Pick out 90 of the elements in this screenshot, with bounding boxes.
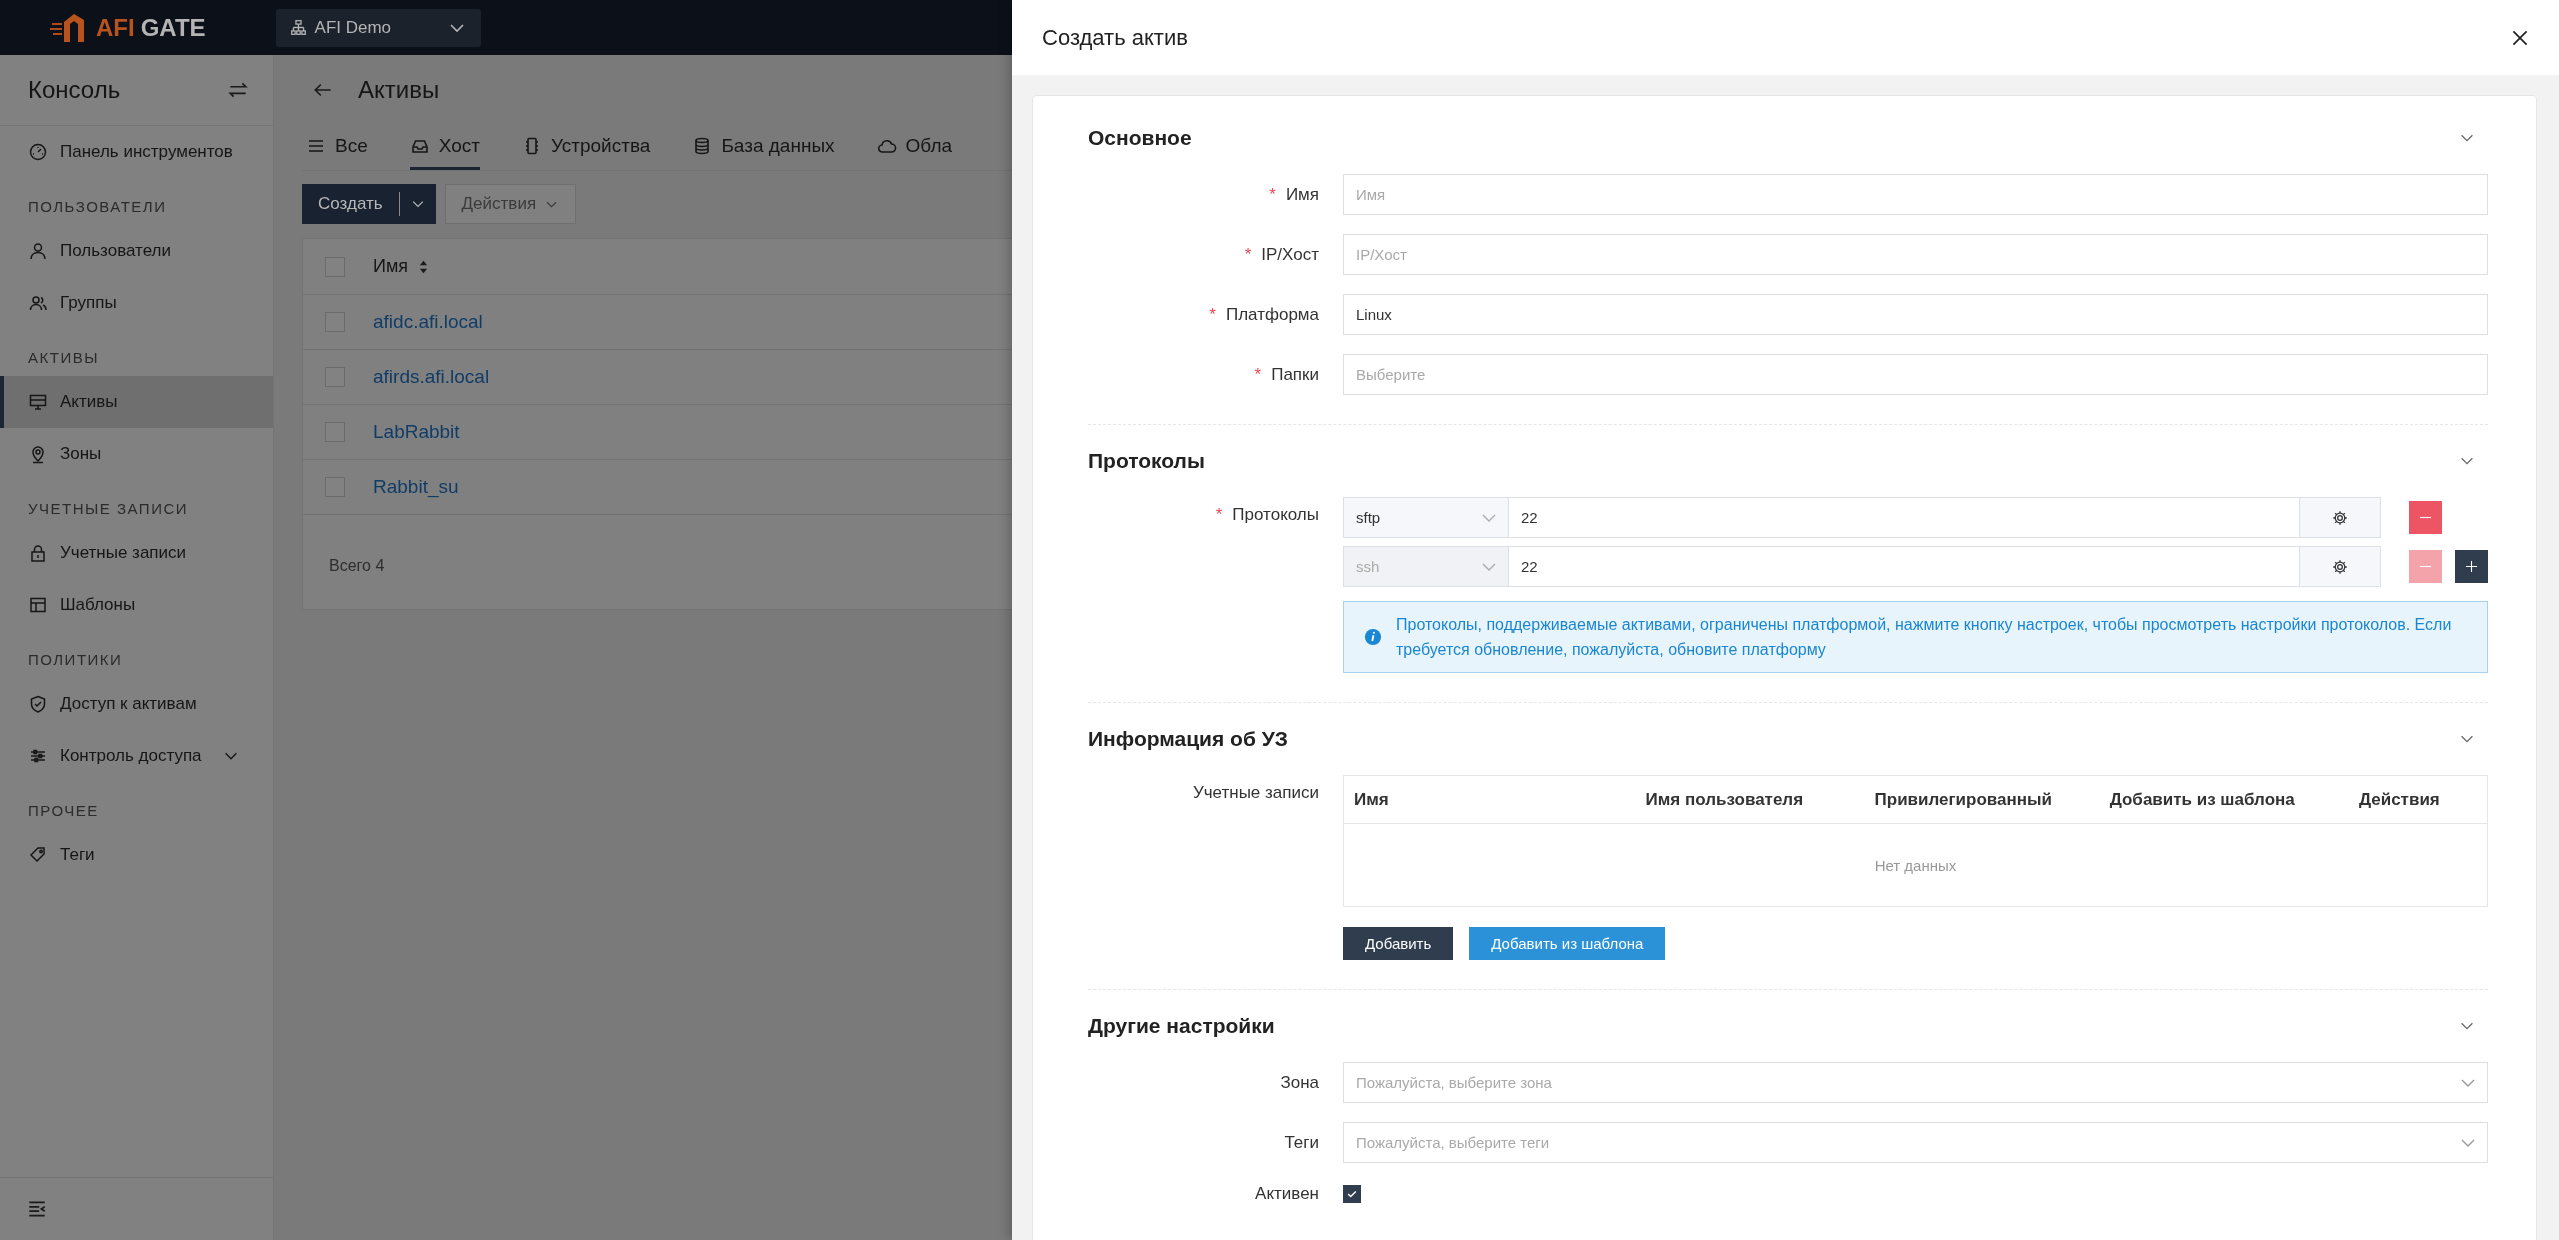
protocol-settings-button[interactable] [2300,497,2381,538]
table-icon [28,595,48,615]
section-title: Информация об УЗ [1088,727,1288,751]
total-count: Всего 4 [329,557,385,574]
sidebar-item[interactable]: Доступ к активам [0,678,273,730]
page-title: Активы [358,76,440,104]
column-header: Имя [1354,789,1390,810]
checkmark-icon [1346,1188,1358,1200]
protocol-select[interactable]: sftp [1343,497,1509,538]
sidebar-item[interactable]: Группы [0,277,273,329]
sidebar-item[interactable]: Активы [0,376,273,428]
section-title: Протоколы [1088,449,1205,473]
required-mark: * [1209,304,1216,324]
text-field[interactable]: Linux [1343,294,2488,335]
sidebar-heading: АКТИВЫ [27,348,100,368]
text-field[interactable]: Имя [1343,174,2488,215]
checkbox[interactable] [1343,1185,1361,1203]
column-header: Привилегированный [1873,789,2053,810]
add-account-button[interactable]: Добавить [1343,927,1454,960]
field-label: Активен [1255,1184,1319,1203]
shield-icon [28,694,48,714]
person-icon [28,241,48,261]
column-header: Добавить из шаблона [2108,789,2296,810]
column-header: Имя пользователя [1644,789,1805,810]
field-label: IP/Хост [1261,244,1319,264]
field-label: Платформа [1225,304,1319,324]
sidebar-item[interactable]: Панель инструментов [0,126,273,178]
sidebar-item[interactable]: Пользователи [0,225,273,277]
tab[interactable]: Обла [876,125,953,170]
org-chart-icon [289,19,307,36]
section-title: Основное [1088,126,1192,150]
field-label: Учетные записи [1192,783,1319,802]
chevron-down-icon [1482,513,1496,522]
asset-link[interactable]: afirds.afi.local [373,366,490,388]
sidebar-heading: ПРОЧЕЕ [27,801,100,821]
column-header: Действия [2357,789,2441,810]
field-label: Теги [1284,1132,1319,1152]
asset-link[interactable]: LabRabbit [373,421,460,443]
tab[interactable]: База данных [692,125,835,170]
required-mark: * [1269,184,1276,204]
sidebar-heading: УЧЕТНЫЕ ЗАПИСИ [27,499,190,519]
protocol-settings-button[interactable] [2300,546,2381,587]
sidebar-item[interactable]: Контроль доступа [0,730,273,782]
text-field[interactable]: Выберите [1343,354,2488,395]
chevron-down-icon [2461,1138,2475,1147]
field-label: Имя [1285,184,1319,204]
add-account-button[interactable]: Добавить из шаблона [1469,927,1666,960]
settings-icon [2331,508,2349,527]
sidebar-item[interactable]: Теги [0,829,273,881]
section-title: Другие настройки [1088,1014,1275,1038]
port-field[interactable]: 22 [1509,497,2300,538]
actions-button[interactable]: Действия [444,184,577,224]
field-label: Папки [1271,364,1319,384]
select-field[interactable]: Пожалуйста, выберите теги [1343,1122,2488,1163]
sidebar-heading: ПОЛЬЗОВАТЕЛИ [27,197,168,217]
organization-selector[interactable]: AFI Demo [275,8,481,47]
settings-icon [2331,557,2349,576]
chevron-down-icon [2461,1078,2475,1087]
sidebar-heading: ПОЛИТИКИ [27,650,124,670]
tab[interactable]: Все [306,125,368,170]
asset-link[interactable]: Rabbit_su [373,476,459,498]
chevron-down-icon [1482,562,1496,571]
required-mark: * [1254,364,1262,384]
tab[interactable]: Хост [409,125,480,170]
select-field[interactable]: Пожалуйста, выберите зона [1343,1062,2488,1103]
required-mark: * [1244,244,1252,264]
asset-link[interactable]: afidc.afi.local [373,311,483,333]
sidebar-item[interactable]: Учетные записи [0,527,273,579]
plus-icon [2465,560,2478,573]
logo-text: GATE [140,13,206,42]
lock-icon [28,543,48,563]
info-icon [1364,628,1382,646]
field-label: Зона [1280,1072,1319,1092]
field-label: Протоколы [1232,505,1319,524]
empty-message: Нет данных [1874,856,1957,874]
create-button[interactable]: Создать [302,184,436,224]
column-header[interactable]: Имя [373,256,409,277]
logo-text: AFI [96,13,135,42]
drawer-title: Создать актив [1042,24,1188,51]
sidebar-item[interactable]: Зоны [0,428,273,480]
tab[interactable]: Устройства [522,125,651,170]
sidebar-title: Консоль [28,76,121,104]
monitor-icon [28,392,48,412]
required-mark: * [1215,505,1223,524]
gauge-icon [28,142,48,162]
text-field[interactable]: IP/Хост [1343,234,2488,275]
sidebar-item[interactable]: Шаблоны [0,579,273,631]
tag-icon [28,845,48,865]
info-text: Протоколы, поддерживаемые активами, ограничены платформой, нажмите кнопку настроек, чтобы просмотреть настройки протоколов. Если требуется обновление, пожалуйста, обновите платформу [1396,615,2453,660]
people-icon [28,293,48,313]
